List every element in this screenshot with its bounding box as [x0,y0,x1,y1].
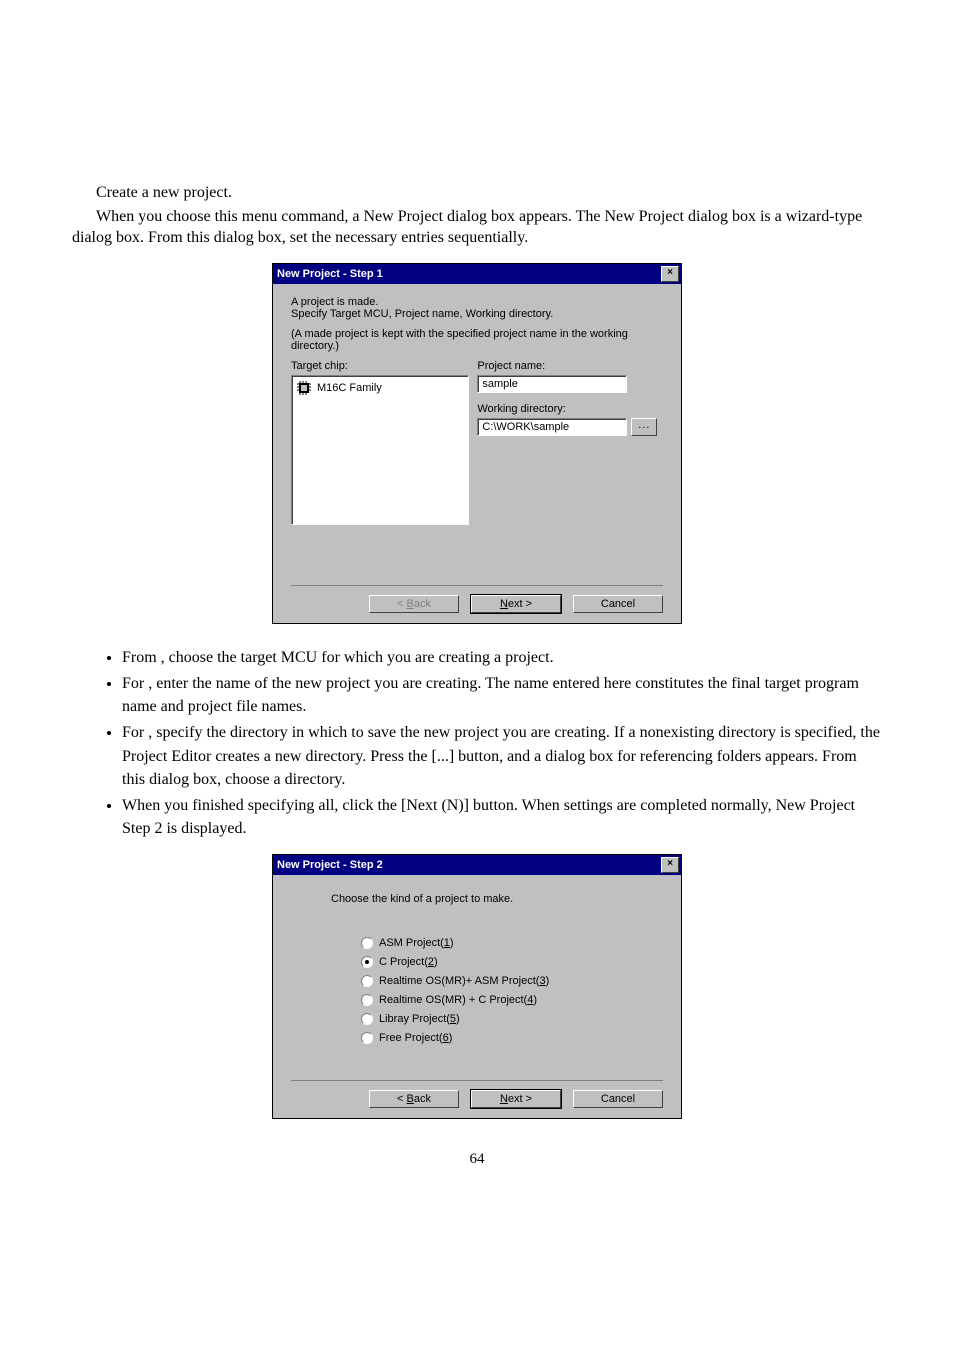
dialog-step1-title: New Project - Step 1 [277,268,383,280]
bullet-3: For , specify the directory in which to … [122,721,882,791]
bullet-2: For , enter the name of the new project … [122,672,882,718]
bullet-2-pre: For [122,675,148,692]
col-project-fields: Project name: sample Working directory: … [469,356,663,525]
intro-line-1: Create a new project. [72,182,882,204]
intro-line-2: When you choose this menu command, a New… [72,206,882,249]
working-dir-input[interactable]: C:\WORK\sample [477,418,627,436]
project-kind-radio-group: ASM Project(1) C Project(2) Realtime OS(MR… [361,937,663,1044]
dialog-step1-desc3: (A made project is kept with the specifi… [291,328,663,352]
back-button[interactable]: < Back [369,1090,459,1108]
project-name-input[interactable]: sample [477,375,627,393]
browse-button[interactable]: ... [631,418,657,436]
radio-icon [361,937,373,949]
col-target-chip: Target chip: [291,356,469,525]
radio-label: Free Project(6) [379,1032,452,1044]
back-button[interactable]: < Back [369,595,459,613]
radio-option-6[interactable]: Free Project(6) [361,1032,663,1044]
page-number: 64 [72,1151,882,1168]
chip-icon [295,379,313,397]
dialog-step1-buttons: < Back Next > Cancel [291,585,663,613]
dialog-step2-instruction: Choose the kind of a project to make. [331,893,663,905]
radio-icon [361,1032,373,1044]
bullet-3-post: , specify the directory in which to save… [122,724,880,787]
radio-option-4[interactable]: Realtime OS(MR) + C Project(4) [361,994,663,1006]
bullet-2-post: , enter the name of the new project you … [122,675,859,715]
close-icon[interactable]: × [661,857,679,873]
dialog-step1-desc2: Specify Target MCU, Project name, Workin… [291,308,663,320]
dialog-step2-wrap: New Project - Step 2 × Choose the kind o… [272,854,682,1119]
bullet-1: From , choose the target MCU for which y… [122,646,882,669]
radio-icon [361,1013,373,1025]
dialog-step1-wrap: New Project - Step 1 × A project is made… [272,263,682,624]
target-chip-label: Target chip: [291,360,469,372]
working-dir-label: Working directory: [477,403,663,415]
dialog-step1-client: A project is made. Specify Target MCU, P… [273,284,681,623]
radio-label: Libray Project(5) [379,1013,460,1025]
radio-label: Realtime OS(MR)+ ASM Project(3) [379,975,549,987]
bullet-1-post: , choose the target MCU for which you ar… [161,649,554,666]
radio-label: ASM Project(1) [379,937,454,949]
radio-icon [361,975,373,987]
dialog-step1-titlebar[interactable]: New Project - Step 1 × [273,264,681,284]
radio-label: Realtime OS(MR) + C Project(4) [379,994,537,1006]
radio-label: C Project(2) [379,956,438,968]
dialog-step2-client: Choose the kind of a project to make. AS… [273,875,681,1118]
cancel-button[interactable]: Cancel [573,1090,663,1108]
dialog-step2-titlebar[interactable]: New Project - Step 2 × [273,855,681,875]
close-icon[interactable]: × [661,266,679,282]
bullet-4: When you finished specifying all, click … [122,794,882,840]
target-chip-item-label: M16C Family [317,382,382,394]
next-button[interactable]: Next > [471,595,561,613]
dialog-step2-title: New Project - Step 2 [277,859,383,871]
radio-option-2[interactable]: C Project(2) [361,956,663,968]
radio-option-3[interactable]: Realtime OS(MR)+ ASM Project(3) [361,975,663,987]
dialog-step2-buttons: < Back Next > Cancel [291,1080,663,1108]
target-chip-row[interactable]: M16C Family [295,379,465,397]
bullet-1-pre: From [122,649,161,666]
page: Create a new project. When you choose th… [0,0,954,1198]
radio-option-1[interactable]: ASM Project(1) [361,937,663,949]
dialog-step1-desc1: A project is made. [291,296,663,308]
radio-icon [361,994,373,1006]
radio-icon [361,956,373,968]
next-button[interactable]: Next > [471,1090,561,1108]
dialog-step2: New Project - Step 2 × Choose the kind o… [272,854,682,1119]
project-name-label: Project name: [477,360,663,372]
dialog-step1: New Project - Step 1 × A project is made… [272,263,682,624]
bullet-3-pre: For [122,724,148,741]
bullet-list: From , choose the target MCU for which y… [122,646,882,841]
radio-option-5[interactable]: Libray Project(5) [361,1013,663,1025]
target-chip-listbox[interactable]: M16C Family [291,375,469,525]
cancel-button[interactable]: Cancel [573,595,663,613]
